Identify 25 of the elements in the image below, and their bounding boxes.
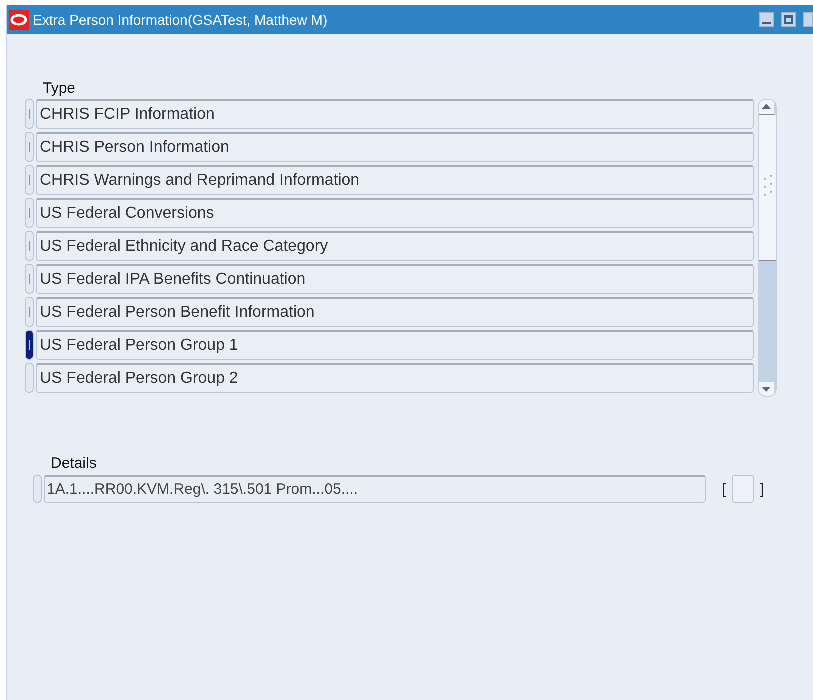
record-indicator[interactable] <box>25 330 34 360</box>
scroll-up-icon[interactable] <box>759 100 774 115</box>
type-field[interactable]: CHRIS Warnings and Reprimand Information <box>36 165 754 195</box>
maximize-button[interactable] <box>781 12 796 27</box>
flexfield-box[interactable] <box>732 475 754 503</box>
type-field[interactable]: CHRIS Person Information <box>36 132 754 162</box>
window-title: Extra Person Information(GSATest, Matthew M) <box>33 12 329 28</box>
type-field[interactable]: US Federal IPA Benefits Continuation <box>36 264 754 294</box>
details-field[interactable]: 1A.1....RR00.KVM.Reg\. 315\.501 Prom...05.... <box>44 475 706 503</box>
app-logo-icon <box>9 10 29 30</box>
type-field[interactable]: CHRIS FCIP Information <box>36 99 754 129</box>
close-bracket: ] <box>760 480 764 498</box>
minimize-button[interactable] <box>759 12 774 27</box>
type-field[interactable]: US Federal Person Benefit Information <box>36 297 754 327</box>
scroll-thumb[interactable] <box>759 115 776 261</box>
details-heading: Details <box>51 455 97 472</box>
close-button[interactable] <box>803 12 813 27</box>
open-bracket: [ <box>722 480 726 498</box>
scroll-down-icon[interactable] <box>759 382 774 396</box>
type-field[interactable]: US Federal Ethnicity and Race Category <box>36 231 754 261</box>
type-field[interactable]: US Federal Person Group 2 <box>36 363 754 393</box>
type-heading: Type <box>43 80 76 97</box>
type-field[interactable]: US Federal Person Group 1 <box>36 330 754 360</box>
scrollbar[interactable] <box>758 99 777 397</box>
type-field[interactable]: US Federal Conversions <box>36 198 754 228</box>
